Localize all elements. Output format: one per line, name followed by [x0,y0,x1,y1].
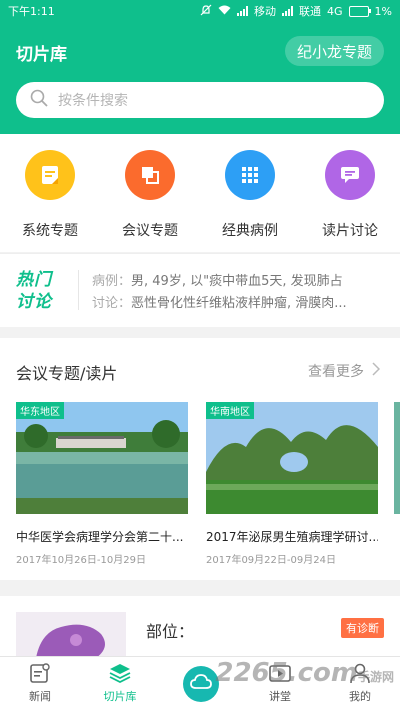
category-label: 系统专题 [22,223,78,239]
case-key: 病例： [92,274,132,289]
region-tag: 华南地区 [206,402,254,419]
note-icon [25,150,75,200]
wifi-icon [218,5,231,18]
discuss-key: 讨论： [92,296,132,311]
layers-icon [80,661,160,685]
category-label: 会议专题 [122,223,178,239]
search-icon [30,89,48,111]
badge-line: 热门 [16,270,52,290]
watermark: 2265.com手游网 [215,658,394,688]
view-more-link[interactable]: 查看更多 [308,361,381,381]
tab-label: 我的 [349,690,371,703]
app-header: 切片库 纪小龙专题 按条件搜索 [0,22,400,134]
battery-level: 1% [374,4,392,18]
case-position-label: 部位： [146,622,195,641]
status-time: 下午1:11 [8,5,55,18]
search-bar[interactable]: 按条件搜索 [16,82,384,118]
cloud-center-button[interactable] [183,666,219,702]
slide-thumbnail [16,612,126,658]
signal-icon [282,6,294,16]
section-title: 会议专题/读片 [16,364,118,383]
divider [78,270,79,310]
category-meeting-topics[interactable]: 会议专题 [100,150,200,240]
meeting-photo: 华南地区 [206,402,378,514]
category-slide-discussion[interactable]: 读片讨论 [300,150,400,240]
case-item[interactable]: 部位： 有诊断 [0,596,400,658]
discuss-text: 恶性骨化性纤维粘液样肿瘤, 滑膜肉... [131,296,347,311]
carrier-1: 移动 [254,5,277,18]
meeting-date: 2017年09月22日-09月24日 [206,555,336,566]
search-placeholder: 按条件搜索 [58,93,128,109]
meeting-photo: 华东地区 [16,402,188,514]
category-label: 读片讨论 [322,223,378,239]
status-right: 移动 联通 4G 1% [200,3,392,19]
tab-label: 新闻 [29,690,51,703]
battery-icon [348,5,371,17]
category-system-topics[interactable]: 系统专题 [0,150,100,240]
watermark-sub: 手游网 [357,670,394,684]
squares-icon [125,150,175,200]
category-label: 经典病例 [222,223,278,239]
tab-news[interactable]: 新闻 [0,661,80,704]
badge-line: 讨论 [16,292,52,312]
watermark-main: 2265.com [215,658,358,688]
signal-icon [237,6,249,16]
news-icon [0,661,80,685]
case-text: 男, 49岁, 以"痰中带血5天, 发现肺占 [131,274,343,289]
next-card-peek [394,402,400,514]
page-title: 切片库 [16,45,67,65]
category-classic-cases[interactable]: 经典病例 [200,150,300,240]
mute-icon [200,4,212,19]
tab-label: 讲堂 [269,690,291,703]
hot-case-line: 病例：男, 49岁, 以"痰中带血5天, 发现肺占 [92,270,388,289]
status-bar: 下午1:11 移动 联通 4G 1% [0,0,400,22]
chevron-right-icon [372,362,381,380]
meeting-title: 2017年泌尿男生殖病理学研讨... [206,530,378,544]
network-type: 4G [327,4,343,18]
tab-slide-library[interactable]: 切片库 [80,661,160,704]
special-topic-button[interactable]: 纪小龙专题 [284,36,384,66]
region-tag: 华东地区 [16,402,64,419]
meeting-card[interactable]: 华东地区 中华医学会病理学分会第二十... 2017年10月26日-10月29日 [16,402,188,566]
meeting-section: 会议专题/读片 查看更多 华东地区 中华医学会病理学分会第二十... 2017年… [0,338,400,580]
cloud-icon [190,674,212,694]
meeting-date: 2017年10月26日-10月29日 [16,555,146,566]
diagnosis-badge: 有诊断 [341,618,384,638]
chat-icon [325,150,375,200]
carrier-2: 联通 [299,5,322,18]
grid-icon [225,150,275,200]
meeting-card[interactable]: 华南地区 2017年泌尿男生殖病理学研讨... 2017年09月22日-09月2… [206,402,378,566]
hot-discussion-banner[interactable]: 热门 讨论 病例：男, 49岁, 以"痰中带血5天, 发现肺占 讨论：恶性骨化性… [0,253,400,327]
meeting-title: 中华医学会病理学分会第二十... [16,530,184,544]
tab-label: 切片库 [103,690,137,703]
category-bar: 系统专题 会议专题 经典病例 读片讨论 [0,134,400,252]
view-more-label: 查看更多 [308,364,364,380]
hot-discussion-badge: 热门 讨论 [16,269,62,313]
hot-discussion-line: 讨论：恶性骨化性纤维粘液样肿瘤, 滑膜肉... [92,292,388,311]
